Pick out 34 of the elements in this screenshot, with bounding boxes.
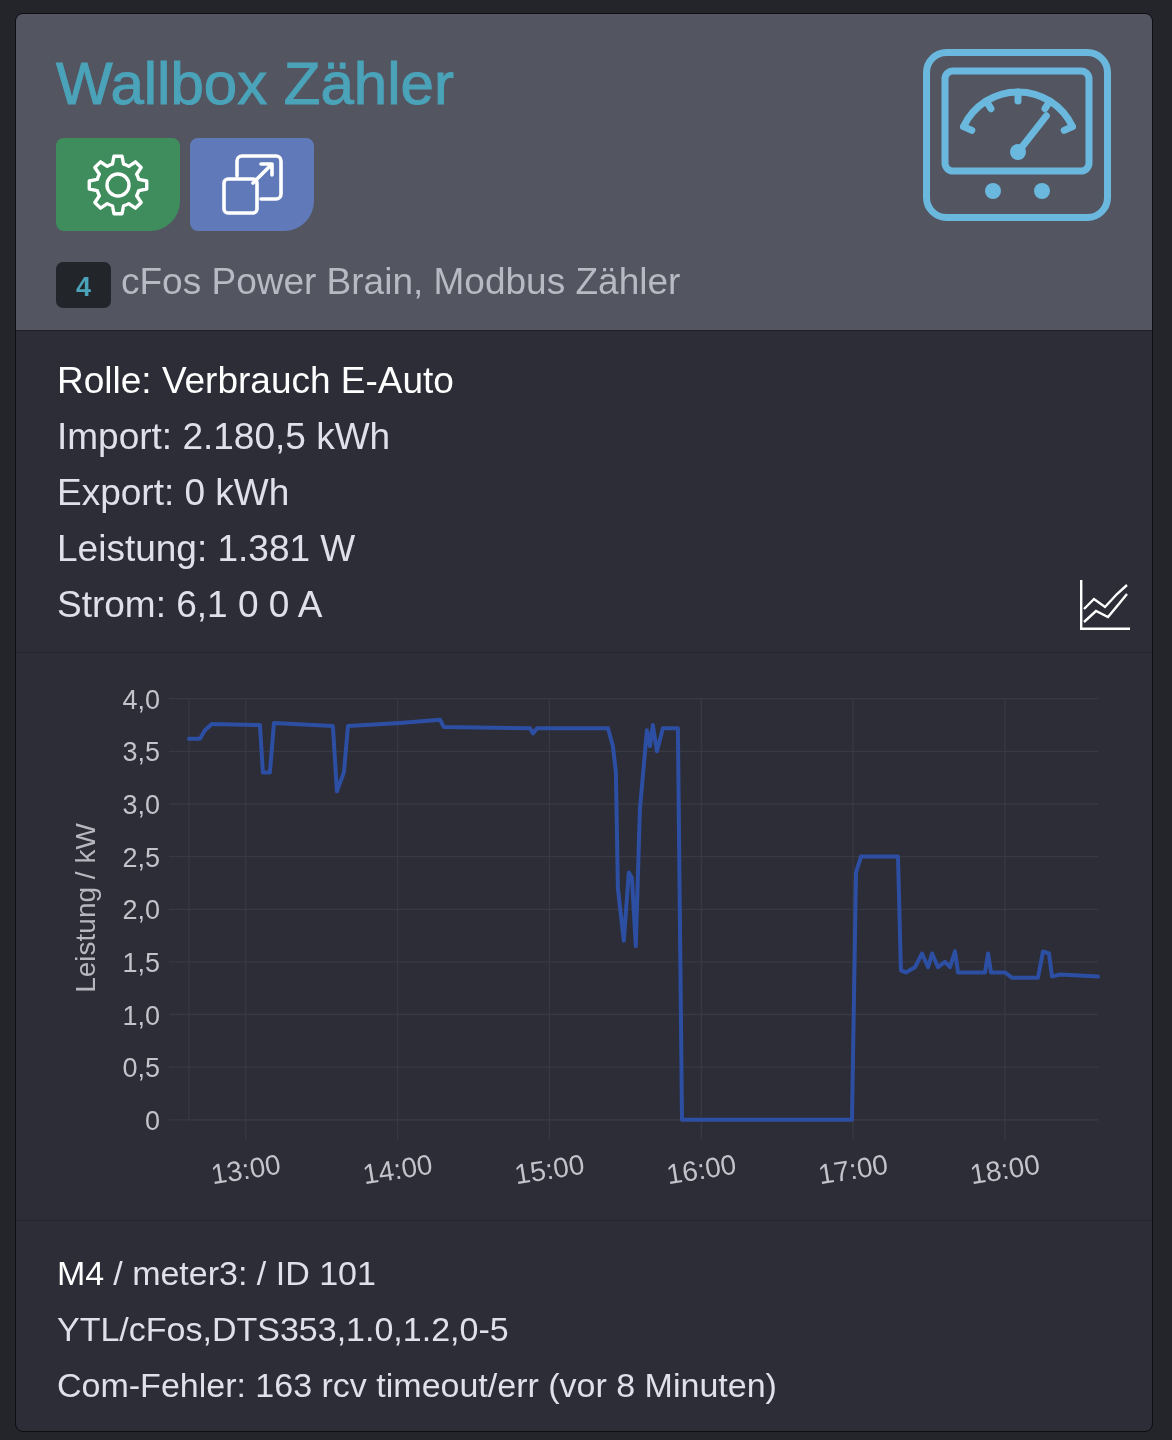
meter-label: M4 — [57, 1253, 105, 1294]
y-tick-label: 4,0 — [122, 684, 160, 715]
info-line: YTL/cFos,DTS353,1.0,1.2,0-5 — [57, 1309, 510, 1350]
y-tick-label: 3,5 — [122, 737, 160, 768]
meter-path: / meter3: / ID 101 — [113, 1253, 376, 1294]
y-axis-title: Leistung / kW — [70, 823, 101, 993]
x-tick-label: 15:00 — [512, 1148, 587, 1191]
gauge-meter-icon — [923, 49, 1111, 221]
x-tick-label: 13:00 — [208, 1148, 283, 1191]
y-tick-label: 1,5 — [122, 947, 160, 978]
reading-text: Import: 2.180,5 kWh — [57, 415, 392, 459]
device-subtitle: cFos Power Brain, Modbus Zähler — [121, 261, 681, 303]
x-tick-label: 16:00 — [664, 1148, 739, 1191]
popout-icon — [221, 153, 283, 216]
y-tick-label: 2,5 — [122, 842, 160, 873]
line-chart-icon[interactable] — [1080, 580, 1130, 630]
count-badge: 4 — [56, 262, 111, 308]
reading-text: Leistung: 1.381 W — [57, 527, 357, 571]
info-line: Com-Fehler: 163 rcv timeout/err (vor 8 Minuten) — [57, 1365, 778, 1406]
role-text: Rolle: Verbrauch E-Auto — [57, 359, 454, 403]
settings-button[interactable] — [56, 138, 180, 231]
y-tick-label: 3,0 — [122, 790, 160, 820]
x-tick-label: 14:00 — [360, 1148, 435, 1191]
y-tick-label: 1,0 — [122, 1000, 160, 1031]
y-tick-label: 0 — [144, 1105, 160, 1136]
card-title: Wallbox Zähler — [56, 49, 454, 119]
x-tick-label: 17:00 — [816, 1148, 891, 1191]
settings-icon — [86, 152, 150, 217]
y-tick-label: 2,0 — [122, 895, 160, 926]
x-tick-label: 18:00 — [967, 1148, 1042, 1191]
y-tick-label: 0,5 — [122, 1053, 160, 1084]
popout-button[interactable] — [190, 138, 314, 231]
reading-text: Export: 0 kWh — [57, 471, 291, 515]
reading-text: Strom: 6,1 0 0 A — [57, 583, 324, 627]
